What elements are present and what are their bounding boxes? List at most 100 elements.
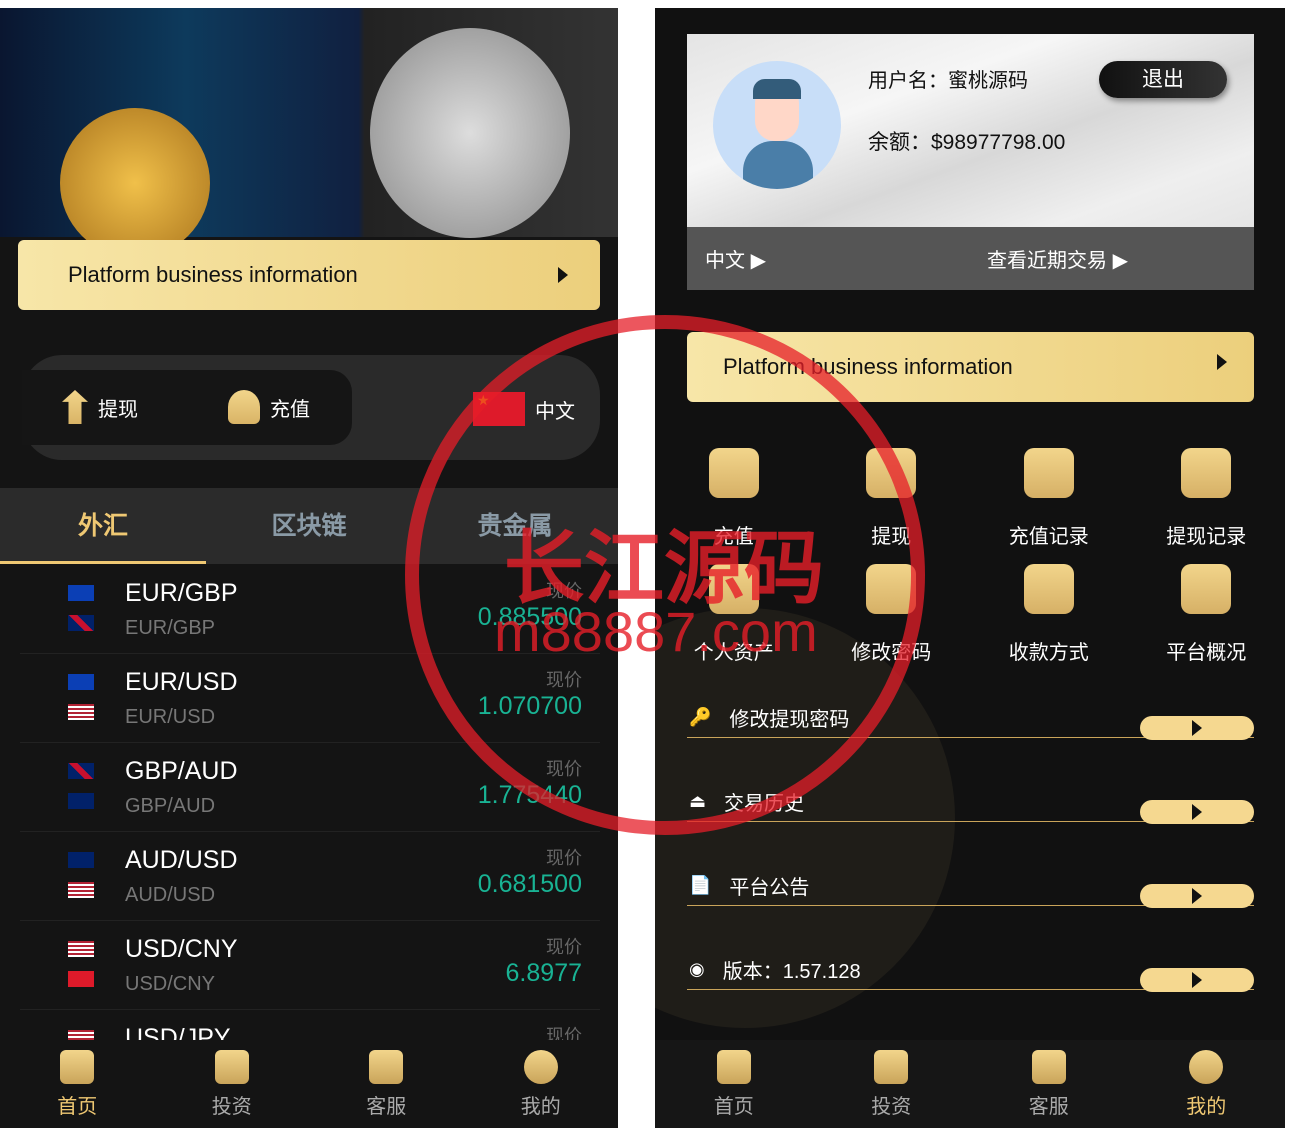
caret-right-icon: ▶ bbox=[1112, 250, 1128, 272]
flag-icon bbox=[68, 615, 94, 631]
trophy-icon bbox=[874, 1049, 909, 1084]
flag-icon bbox=[68, 793, 94, 809]
menu-label: 提现记录 bbox=[1166, 526, 1247, 548]
settings-item[interactable]: ◉ 版本：1.57.128 bbox=[687, 950, 1254, 992]
avatar bbox=[713, 61, 841, 189]
flag-icon bbox=[68, 852, 94, 868]
price-value: 0.885500 bbox=[477, 603, 582, 631]
menu-label: 充值记录 bbox=[1008, 526, 1089, 548]
notice-icon: 📄 bbox=[689, 875, 712, 895]
bottom-nav: 首页 投资 客服 我的 bbox=[0, 1040, 618, 1128]
caret-right-icon bbox=[1192, 888, 1202, 904]
go-button[interactable] bbox=[1140, 716, 1254, 740]
go-button[interactable] bbox=[1140, 800, 1254, 824]
nav-mine[interactable]: 我的 bbox=[1128, 1040, 1286, 1128]
settings-label: 交易历史 bbox=[724, 793, 805, 815]
home-screen: Platform business information 提现 充值 ★ 中文… bbox=[0, 8, 618, 1128]
withdraw-label: 提现 bbox=[98, 398, 138, 421]
price-label: 现价 bbox=[546, 937, 582, 957]
price-label: 现价 bbox=[546, 581, 582, 601]
menu-item[interactable]: 收款方式 bbox=[970, 564, 1128, 665]
deposit-button[interactable]: 充值 bbox=[228, 390, 310, 424]
flag-icon bbox=[68, 674, 94, 690]
caret-right-icon bbox=[1192, 720, 1202, 736]
china-flag-icon: ★ bbox=[473, 392, 525, 426]
price-value: 1.070700 bbox=[477, 692, 582, 720]
menu-label: 个人资产 bbox=[693, 642, 774, 664]
nav-home[interactable]: 首页 bbox=[0, 1040, 155, 1128]
platform-info-button[interactable]: Platform business information bbox=[687, 332, 1254, 402]
go-button[interactable] bbox=[1140, 968, 1254, 992]
menu-item[interactable]: 个人资产 bbox=[655, 564, 813, 665]
go-button[interactable] bbox=[1140, 884, 1254, 908]
settings-label: 修改提现密码 bbox=[729, 709, 850, 731]
recent-trades-link[interactable]: 查看近期交易 ▶ bbox=[987, 244, 1128, 273]
user-card: 用户名：蜜桃源码 余额：$98977798.00 退出 中文 ▶ 查看近期交易 … bbox=[687, 34, 1254, 290]
tab-blockchain[interactable]: 区块链 bbox=[206, 488, 412, 564]
card-footer: 中文 ▶ 查看近期交易 ▶ bbox=[687, 227, 1254, 290]
nav-label: 首页 bbox=[57, 1095, 98, 1118]
settings-item[interactable]: ⏏ 交易历史 bbox=[687, 782, 1254, 824]
market-row[interactable]: AUD/USD AUD/USD 现价 0.681500 bbox=[20, 832, 600, 921]
market-row[interactable]: USD/CNY USD/CNY 现价 6.8977 bbox=[20, 921, 600, 1010]
chat-icon bbox=[1031, 1049, 1066, 1084]
logout-button[interactable]: 退出 bbox=[1099, 61, 1227, 98]
menu-item[interactable]: 提现 bbox=[813, 448, 971, 549]
menu-icon bbox=[1023, 564, 1074, 614]
price-value: 0.681500 bbox=[477, 870, 582, 898]
menu-icon bbox=[866, 448, 917, 498]
menu-icon bbox=[1181, 448, 1232, 498]
menu-label: 充值 bbox=[713, 526, 754, 548]
language-label: 中文 bbox=[535, 400, 575, 423]
nav-mine[interactable]: 我的 bbox=[464, 1040, 619, 1128]
pair-name: USD/CNY bbox=[125, 935, 238, 963]
nav-invest[interactable]: 投资 bbox=[813, 1040, 971, 1128]
nav-support[interactable]: 客服 bbox=[970, 1040, 1128, 1128]
tab-forex[interactable]: 外汇 bbox=[0, 488, 206, 564]
menu-item[interactable]: 修改密码 bbox=[813, 564, 971, 665]
flag-icon bbox=[68, 763, 94, 779]
nav-support[interactable]: 客服 bbox=[309, 1040, 464, 1128]
market-row[interactable]: EUR/USD EUR/USD 现价 1.070700 bbox=[20, 654, 600, 743]
pair-subtitle: AUD/USD bbox=[125, 884, 216, 906]
tab-precious-metals[interactable]: 贵金属 bbox=[412, 488, 618, 564]
trophy-icon bbox=[214, 1049, 249, 1084]
price-label: 现价 bbox=[546, 759, 582, 779]
settings-item[interactable]: 🔑 修改提现密码 bbox=[687, 698, 1254, 740]
pair-name: AUD/USD bbox=[125, 846, 238, 874]
balance: 余额：$98977798.00 bbox=[868, 131, 1066, 154]
menu-label: 收款方式 bbox=[1008, 642, 1089, 664]
pair-name: GBP/AUD bbox=[125, 757, 238, 785]
menu-label: 提现 bbox=[871, 526, 912, 548]
chat-icon bbox=[369, 1049, 404, 1084]
settings-label: 平台公告 bbox=[729, 877, 810, 899]
pair-name: EUR/USD bbox=[125, 668, 238, 696]
nav-invest[interactable]: 投资 bbox=[155, 1040, 310, 1128]
pair-subtitle: EUR/USD bbox=[125, 706, 216, 728]
pair-name: EUR/GBP bbox=[125, 579, 238, 607]
flag-icon bbox=[68, 971, 94, 987]
menu-label: 平台概况 bbox=[1166, 642, 1247, 664]
market-row[interactable]: EUR/GBP EUR/GBP 现价 0.885500 bbox=[20, 565, 600, 654]
menu-icon bbox=[866, 564, 917, 614]
nav-label: 客服 bbox=[366, 1095, 407, 1118]
active-tab-indicator bbox=[0, 561, 206, 564]
withdraw-button[interactable]: 提现 bbox=[62, 390, 138, 424]
menu-item[interactable]: 充值记录 bbox=[970, 448, 1128, 549]
platform-info-button[interactable]: Platform business information bbox=[18, 240, 600, 310]
menu-icon bbox=[1181, 564, 1232, 614]
menu-item[interactable]: 充值 bbox=[655, 448, 813, 549]
language-selector[interactable]: ★ 中文 bbox=[473, 392, 575, 426]
menu-item[interactable]: 平台概况 bbox=[1128, 564, 1286, 665]
pair-subtitle: EUR/GBP bbox=[125, 617, 216, 639]
market-tabs: 外汇 区块链 贵金属 bbox=[0, 488, 618, 564]
menu-item[interactable]: 提现记录 bbox=[1128, 448, 1286, 549]
caret-right-icon bbox=[1217, 354, 1227, 370]
price-value: 6.8977 bbox=[505, 959, 582, 987]
flag-icon bbox=[68, 704, 94, 720]
nav-home[interactable]: 首页 bbox=[655, 1040, 813, 1128]
language-selector[interactable]: 中文 ▶ bbox=[705, 244, 766, 273]
market-row[interactable]: GBP/AUD GBP/AUD 现价 1.775440 bbox=[20, 743, 600, 832]
flag-icon bbox=[68, 941, 94, 957]
settings-item[interactable]: 📄 平台公告 bbox=[687, 866, 1254, 908]
